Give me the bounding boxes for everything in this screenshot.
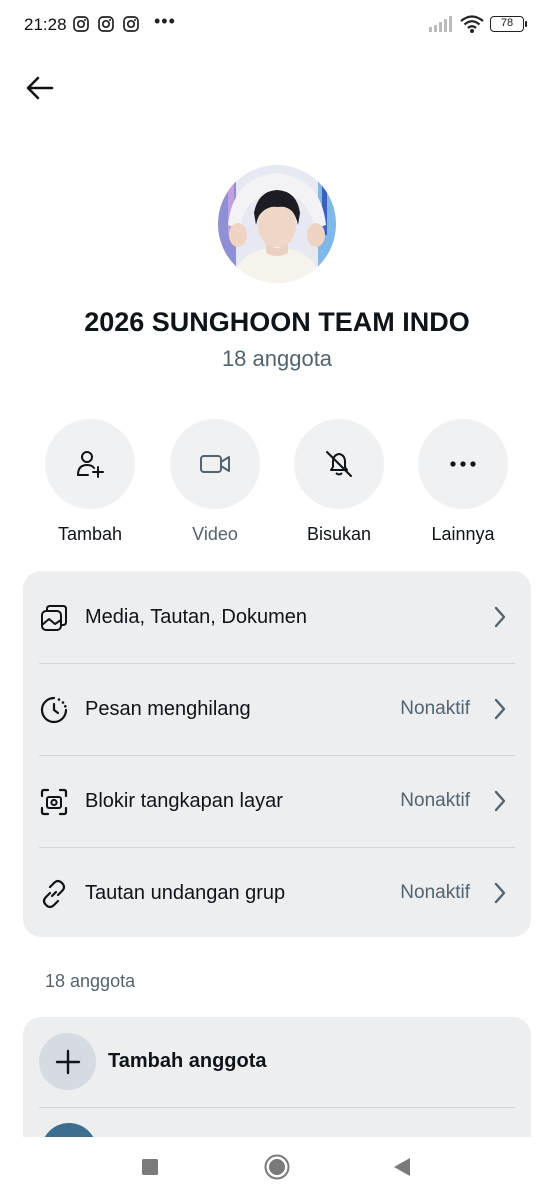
chevron-right-icon <box>494 698 506 720</box>
chevron-right-icon <box>494 790 506 812</box>
settings-row-label: Blokir tangkapan layar <box>85 789 283 812</box>
add-action-circle <box>45 419 135 509</box>
timer-icon <box>40 696 68 724</box>
back-button[interactable] <box>22 70 58 106</box>
settings-row-label: Media, Tautan, Dokumen <box>85 605 307 628</box>
add-action-button[interactable]: Tambah <box>44 419 136 545</box>
recents-button[interactable] <box>141 1158 159 1176</box>
add-member-circle <box>39 1033 96 1090</box>
chevron-right-icon <box>494 606 506 628</box>
more-action-label: Lainnya <box>431 524 495 544</box>
settings-row-label: Tautan undangan grup <box>85 881 286 904</box>
more-action-button[interactable]: Lainnya <box>417 419 509 545</box>
settings-row-invite-link[interactable]: Tautan undangan grup Nonaktif <box>23 847 531 939</box>
divider <box>39 1107 515 1108</box>
signal-icon <box>429 16 452 32</box>
video-action-button[interactable]: Video <box>169 419 261 545</box>
video-action-circle <box>170 419 260 509</box>
member-count: 18 anggota <box>221 346 333 371</box>
member-avatar[interactable] <box>41 1123 97 1137</box>
screenshot-block-icon <box>40 788 68 816</box>
mute-action-button[interactable]: Bisukan <box>293 419 385 545</box>
group-avatar-image <box>218 165 336 283</box>
chevron-right-icon <box>494 882 506 904</box>
home-button[interactable] <box>264 1154 290 1180</box>
instagram-icon <box>98 16 114 32</box>
members-section-label: 18 anggota <box>45 971 136 991</box>
mute-action-circle <box>294 419 384 509</box>
video-camera-icon <box>200 455 230 473</box>
system-navigation-bar <box>0 1137 554 1200</box>
add-action-label: Tambah <box>57 524 123 544</box>
instagram-icon <box>73 16 89 32</box>
settings-row-value: Nonaktif <box>400 790 470 811</box>
settings-row-disappearing[interactable]: Pesan menghilang Nonaktif <box>23 663 531 755</box>
more-notifications-icon: ••• <box>154 11 176 31</box>
settings-row-value: Nonaktif <box>400 882 470 903</box>
settings-row-media[interactable]: Media, Tautan, Dokumen <box>23 571 531 663</box>
arrow-left-icon <box>26 76 54 100</box>
group-avatar[interactable] <box>218 165 336 283</box>
add-person-icon <box>77 451 104 478</box>
video-action-label: Video <box>192 524 238 544</box>
plus-icon <box>55 1049 80 1074</box>
settings-card: Media, Tautan, Dokumen Pesan menghilang … <box>23 571 531 937</box>
settings-row-label: Pesan menghilang <box>85 697 251 720</box>
more-horizontal-icon <box>450 461 476 467</box>
battery-indicator: 78 <box>490 16 527 32</box>
wifi-icon <box>460 15 484 33</box>
members-card: Tambah anggota <box>23 1017 531 1137</box>
status-bar: 21:28 ••• 78 <box>0 0 554 50</box>
mute-action-label: Bisukan <box>306 524 372 544</box>
instagram-icon <box>123 16 139 32</box>
status-time: 21:28 <box>24 15 67 34</box>
settings-row-value: Nonaktif <box>400 698 470 719</box>
group-name: 2026 SUNGHOON TEAM INDO <box>84 307 470 337</box>
add-member-label: Tambah anggota <box>108 1050 267 1072</box>
bell-off-icon <box>326 451 352 477</box>
link-icon <box>42 879 66 909</box>
back-nav-button[interactable] <box>392 1156 412 1178</box>
settings-row-screenshot-block[interactable]: Blokir tangkapan layar Nonaktif <box>23 755 531 847</box>
media-icon <box>41 605 67 631</box>
add-member-button[interactable]: Tambah anggota <box>23 1017 531 1107</box>
more-action-circle <box>418 419 508 509</box>
